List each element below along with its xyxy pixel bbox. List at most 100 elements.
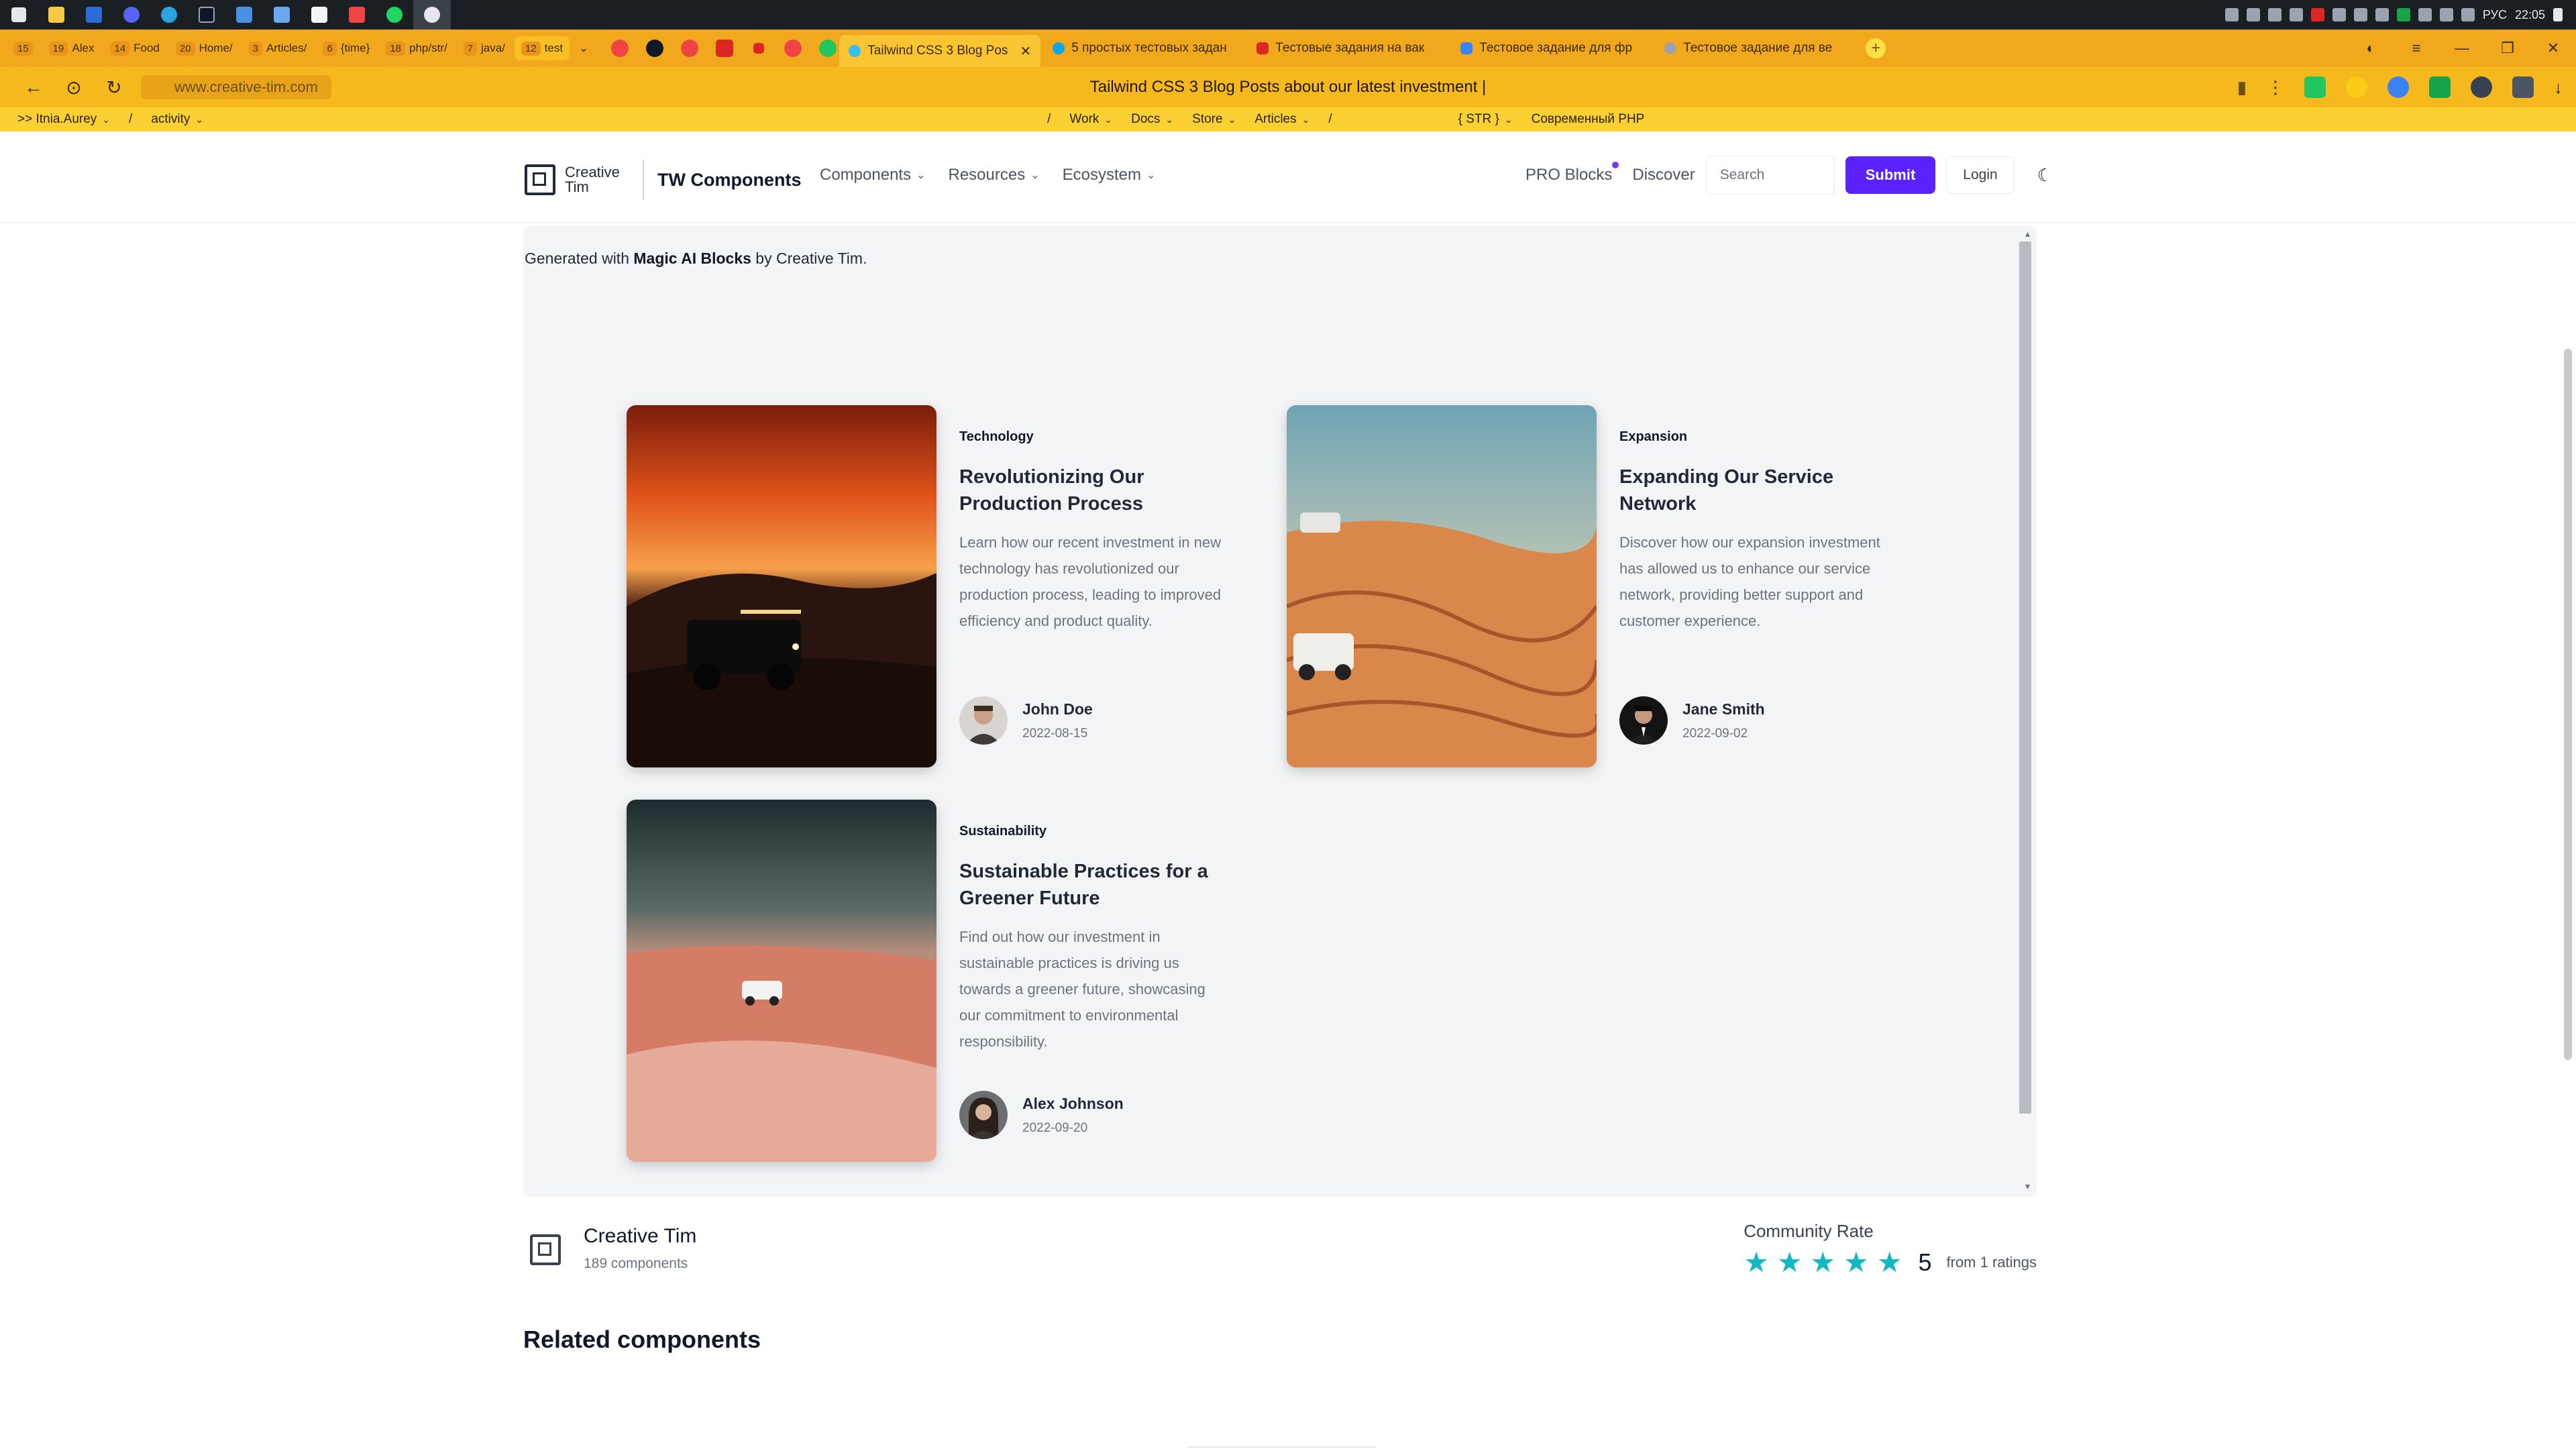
- moon-icon[interactable]: ☾: [2037, 165, 2053, 186]
- extension-icon[interactable]: [2346, 76, 2367, 98]
- search-input[interactable]: [1705, 156, 1835, 195]
- windows-start-button[interactable]: [0, 0, 38, 30]
- collections-icon[interactable]: [2512, 76, 2534, 98]
- post-image[interactable]: [1287, 405, 1597, 767]
- e-app-icon[interactable]: [716, 40, 734, 57]
- system-clock[interactable]: 22:05: [2515, 8, 2545, 22]
- taskbar-app-terminal[interactable]: [188, 0, 225, 30]
- yandex-icon[interactable]: [784, 40, 802, 57]
- blog-post-card[interactable]: Expansion Expanding Our Service Network …: [1287, 405, 1890, 767]
- pinned-tab-group[interactable]: 19 Alex: [42, 36, 101, 60]
- tab-tailwind-blog[interactable]: Tailwind CSS 3 Blog Pos ✕: [839, 35, 1041, 67]
- notification-icon[interactable]: [2553, 8, 2563, 21]
- post-title[interactable]: Revolutionizing Our Production Process: [959, 464, 1228, 517]
- pinned-tab-group[interactable]: 14 Food: [103, 36, 166, 60]
- magic-ai-blocks-link[interactable]: Magic AI Blocks: [633, 250, 751, 267]
- post-title[interactable]: Sustainable Practices for a Greener Futu…: [959, 858, 1228, 912]
- site-logo[interactable]: Creative Tim TW Components: [525, 160, 801, 200]
- menu-dots-icon[interactable]: ⋮: [2267, 77, 2284, 98]
- extension-icon[interactable]: [2304, 76, 2326, 98]
- tray-app-icon[interactable]: [2310, 8, 2324, 21]
- restore-button[interactable]: ❐: [2485, 30, 2530, 67]
- tray-app-icon[interactable]: [2332, 8, 2346, 21]
- vue-devtools-icon[interactable]: [2429, 76, 2451, 98]
- volume-icon[interactable]: [2439, 8, 2453, 21]
- bookmark-folder[interactable]: Work ⌄: [1060, 112, 1122, 127]
- new-tab-button[interactable]: +: [1866, 38, 1886, 58]
- star-icon[interactable]: ★: [1811, 1248, 1836, 1277]
- taskbar-app-notes[interactable]: [263, 0, 301, 30]
- scroll-down-arrow-icon[interactable]: ▾: [2025, 1181, 2030, 1192]
- post-image[interactable]: [627, 405, 936, 767]
- bookmark-folder[interactable]: activity ⌄: [142, 112, 213, 127]
- tray-app-icon[interactable]: [2246, 8, 2260, 21]
- post-title[interactable]: Expanding Our Service Network: [1619, 464, 1888, 517]
- bookmark-folder[interactable]: Store ⌄: [1183, 112, 1245, 127]
- pinned-tab-group[interactable]: 7 java/: [457, 36, 512, 60]
- star-icon[interactable]: ★: [1843, 1248, 1869, 1277]
- bookmark-icon[interactable]: ▮: [2237, 77, 2247, 98]
- scroll-up-arrow-icon[interactable]: ▴: [2025, 228, 2030, 239]
- taskbar-app-discord[interactable]: [113, 0, 150, 30]
- nav-components[interactable]: Components ⌄: [820, 166, 925, 184]
- tab-test-tasks-4[interactable]: Тестовое задание для ве: [1655, 34, 1856, 63]
- bookmark-folder[interactable]: Docs ⌄: [1122, 112, 1183, 127]
- preview-scrollbar-thumb[interactable]: [2019, 241, 2031, 1114]
- tab-test-tasks-1[interactable]: 5 простых тестовых задан: [1043, 34, 1244, 63]
- star-icon[interactable]: ★: [1743, 1248, 1769, 1277]
- tray-app-icon[interactable]: [2375, 8, 2389, 21]
- component-author[interactable]: Creative Tim 189 components: [530, 1225, 696, 1272]
- close-window-button[interactable]: ✕: [2530, 30, 2576, 67]
- download-icon[interactable]: ↓: [2554, 77, 2563, 98]
- nav-ecosystem[interactable]: Ecosystem ⌄: [1063, 166, 1156, 184]
- tray-app-icon[interactable]: [2289, 8, 2303, 21]
- battery-icon[interactable]: [2418, 8, 2432, 21]
- bookmark-folder[interactable]: { STR } ⌄: [1449, 112, 1522, 127]
- post-image[interactable]: [627, 800, 936, 1162]
- pinned-tab-group[interactable]: 3 Articles/: [242, 36, 314, 60]
- tab-groups-chevron[interactable]: ⌄: [572, 36, 595, 60]
- pinned-tab-group[interactable]: 6 {time}: [316, 36, 376, 60]
- tab-test-tasks-3[interactable]: Тестовое задание для фр: [1451, 34, 1652, 63]
- pinned-tab-group[interactable]: 12 test: [514, 36, 570, 60]
- tabs-menu-icon[interactable]: ≡: [2394, 30, 2439, 67]
- blog-post-card[interactable]: Technology Revolutionizing Our Productio…: [627, 405, 1230, 767]
- github-icon[interactable]: [646, 40, 664, 57]
- media-play-icon[interactable]: [2471, 76, 2492, 98]
- star-icon[interactable]: ★: [1877, 1248, 1902, 1277]
- minimize-button[interactable]: —: [2439, 30, 2485, 67]
- taskbar-app-file-explorer[interactable]: [38, 0, 75, 30]
- discover-link[interactable]: Discover: [1632, 166, 1695, 184]
- tray-app-icon[interactable]: [2353, 8, 2367, 21]
- page-scrollbar-thumb[interactable]: [2564, 349, 2572, 1060]
- taskbar-app-t[interactable]: [301, 0, 338, 30]
- network-icon[interactable]: [2461, 8, 2475, 21]
- taskbar-app-yandex-browser[interactable]: [413, 0, 451, 30]
- submit-button[interactable]: Submit: [1845, 156, 1936, 194]
- nav-resources[interactable]: Resources ⌄: [948, 166, 1039, 184]
- star-icon[interactable]: ★: [1777, 1248, 1803, 1277]
- author-name[interactable]: Creative Tim: [584, 1225, 696, 1248]
- taskbar-app-telegram[interactable]: [150, 0, 188, 30]
- pinned-tab-group[interactable]: 18 php/str/: [379, 36, 453, 60]
- taskbar-app-doc[interactable]: [225, 0, 263, 30]
- bookmark-link[interactable]: Современный PHP: [1522, 112, 1654, 127]
- shield-icon[interactable]: [2396, 8, 2410, 21]
- profile-icon[interactable]: ◐: [2348, 30, 2394, 67]
- tray-app-icon[interactable]: [2224, 8, 2239, 21]
- yandex-icon[interactable]: [611, 40, 629, 57]
- taskbar-app-word[interactable]: [75, 0, 113, 30]
- pinned-tab-group[interactable]: 15: [7, 36, 40, 60]
- close-icon[interactable]: ✕: [1020, 43, 1032, 60]
- taskbar-app-spotify[interactable]: [376, 0, 413, 30]
- url-field[interactable]: www.creative-tim.com: [141, 75, 331, 99]
- tab-test-tasks-2[interactable]: Тестовые задания на вак: [1247, 34, 1448, 63]
- tray-app-icon[interactable]: [2267, 8, 2282, 21]
- pinned-tab-group[interactable]: 20 Home/: [169, 36, 239, 60]
- tailwind-icon[interactable]: [819, 40, 837, 57]
- stop-icon[interactable]: [753, 43, 765, 54]
- bookmark-folder[interactable]: Articles ⌄: [1245, 112, 1319, 127]
- login-button[interactable]: Login: [1946, 156, 2015, 194]
- yandex-icon[interactable]: [681, 40, 699, 57]
- taskbar-app-recorder[interactable]: [338, 0, 376, 30]
